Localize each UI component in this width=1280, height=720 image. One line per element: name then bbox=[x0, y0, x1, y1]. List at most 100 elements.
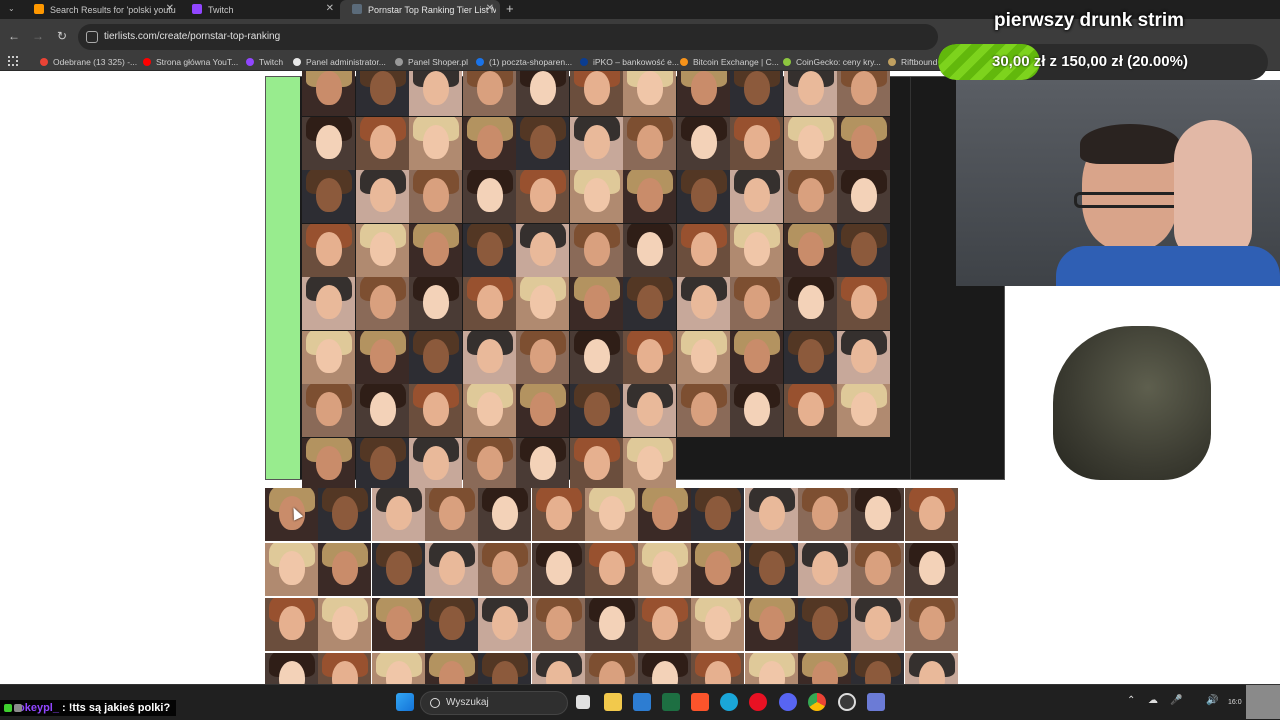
site-info-icon[interactable] bbox=[86, 31, 98, 43]
portrait-tile[interactable] bbox=[302, 223, 355, 277]
portrait-tile[interactable] bbox=[783, 277, 837, 330]
close-icon[interactable]: ✕ bbox=[166, 3, 174, 14]
portrait-tile[interactable] bbox=[478, 598, 532, 651]
portrait-tile[interactable] bbox=[584, 653, 638, 684]
portrait-tile[interactable] bbox=[355, 116, 409, 170]
tab-search-results[interactable]: Search Results for 'polski youtu ✕ bbox=[22, 0, 180, 19]
portrait-tile[interactable] bbox=[676, 384, 730, 437]
portrait-tile[interactable] bbox=[691, 488, 745, 541]
store-icon[interactable] bbox=[633, 693, 651, 711]
portrait-tile[interactable] bbox=[409, 277, 462, 330]
portrait-tile[interactable] bbox=[516, 384, 569, 437]
portrait-tile[interactable] bbox=[516, 116, 569, 170]
portrait-tile[interactable] bbox=[355, 277, 409, 330]
portrait-tile[interactable] bbox=[302, 116, 355, 170]
portrait-tile[interactable] bbox=[569, 116, 623, 170]
close-icon[interactable]: ✕ bbox=[486, 3, 494, 14]
portrait-tile[interactable] bbox=[302, 384, 355, 437]
portrait-tile[interactable] bbox=[409, 437, 462, 491]
portrait-tile[interactable] bbox=[904, 488, 958, 541]
portrait-tile[interactable] bbox=[783, 330, 837, 384]
portrait-tile[interactable] bbox=[851, 653, 905, 684]
cloud-icon[interactable]: ☁ bbox=[1148, 695, 1158, 706]
tab-tier-list[interactable]: Pornstar Top Ranking Tier List M ✕ bbox=[340, 0, 500, 19]
portrait-tile[interactable] bbox=[302, 71, 355, 116]
portrait-tile[interactable] bbox=[516, 437, 569, 491]
portrait-tile[interactable] bbox=[531, 543, 585, 596]
portrait-tile[interactable] bbox=[837, 116, 890, 170]
portrait-tile[interactable] bbox=[462, 170, 516, 223]
portrait-tile[interactable] bbox=[462, 116, 516, 170]
portrait-tile[interactable] bbox=[355, 170, 409, 223]
portrait-tile[interactable] bbox=[424, 543, 478, 596]
tab-twitch[interactable]: Twitch ✕ bbox=[180, 0, 340, 19]
reload-icon[interactable]: ↻ bbox=[54, 28, 70, 44]
portrait-tile[interactable] bbox=[516, 330, 569, 384]
bookmark-item[interactable]: Bitcoin Exchange | C... bbox=[680, 56, 779, 68]
portrait-tile[interactable] bbox=[462, 384, 516, 437]
portrait-tile[interactable] bbox=[318, 488, 372, 541]
portrait-tile[interactable] bbox=[516, 71, 569, 116]
file-explorer-icon[interactable] bbox=[604, 693, 622, 711]
bookmark-item[interactable]: Panel administrator... bbox=[293, 56, 386, 68]
portrait-tile[interactable] bbox=[531, 653, 585, 684]
bookmark-item[interactable]: iPKO – bankowość e... bbox=[580, 56, 679, 68]
windows-start-icon[interactable] bbox=[396, 693, 414, 711]
portrait-tile[interactable] bbox=[371, 598, 425, 651]
portrait-tile[interactable] bbox=[302, 437, 355, 491]
portrait-tile[interactable] bbox=[730, 277, 783, 330]
portrait-tile[interactable] bbox=[569, 384, 623, 437]
portrait-tile[interactable] bbox=[623, 330, 676, 384]
portrait-tile[interactable] bbox=[355, 437, 409, 491]
portrait-tile[interactable] bbox=[318, 543, 372, 596]
portrait-tile[interactable] bbox=[730, 223, 783, 277]
portrait-tile[interactable] bbox=[730, 116, 783, 170]
portrait-tile[interactable] bbox=[409, 71, 462, 116]
bookmark-item[interactable]: Twitch bbox=[246, 56, 283, 68]
portrait-tile[interactable] bbox=[531, 598, 585, 651]
portrait-tile[interactable] bbox=[424, 598, 478, 651]
portrait-tile[interactable] bbox=[584, 598, 638, 651]
portrait-tile[interactable] bbox=[623, 437, 676, 491]
portrait-tile[interactable] bbox=[837, 71, 890, 116]
close-icon[interactable]: ✕ bbox=[326, 3, 334, 14]
task-view-icon[interactable] bbox=[576, 695, 590, 709]
portrait-tile[interactable] bbox=[744, 488, 798, 541]
discord-icon[interactable] bbox=[779, 693, 797, 711]
portrait-tile[interactable] bbox=[837, 223, 890, 277]
bookmark-item[interactable]: Strona główna YouT... bbox=[143, 56, 238, 68]
portrait-tile[interactable] bbox=[265, 598, 318, 651]
portrait-tile[interactable] bbox=[783, 170, 837, 223]
portrait-tile[interactable] bbox=[371, 488, 425, 541]
portrait-tile[interactable] bbox=[676, 330, 730, 384]
portrait-tile[interactable] bbox=[371, 543, 425, 596]
portrait-tile[interactable] bbox=[569, 437, 623, 491]
portrait-tile[interactable] bbox=[798, 598, 851, 651]
portrait-tile[interactable] bbox=[904, 543, 958, 596]
portrait-tile[interactable] bbox=[265, 543, 318, 596]
forward-arrow-icon[interactable]: → bbox=[30, 28, 46, 44]
portrait-tile[interactable] bbox=[691, 543, 745, 596]
portrait-tile[interactable] bbox=[676, 116, 730, 170]
portrait-tile[interactable] bbox=[730, 71, 783, 116]
portrait-tile[interactable] bbox=[837, 170, 890, 223]
portrait-tile[interactable] bbox=[638, 488, 692, 541]
volume-icon[interactable]: 🔊 bbox=[1206, 695, 1218, 706]
portrait-tile[interactable] bbox=[623, 223, 676, 277]
edge-icon[interactable] bbox=[720, 693, 738, 711]
back-arrow-icon[interactable]: ← bbox=[6, 28, 22, 44]
taskbar-search[interactable]: Wyszukaj bbox=[420, 691, 568, 715]
clock[interactable]: 16:0 bbox=[1228, 699, 1242, 706]
portrait-tile[interactable] bbox=[462, 330, 516, 384]
portrait-tile[interactable] bbox=[837, 384, 890, 437]
portrait-tile[interactable] bbox=[569, 277, 623, 330]
tab-search-icon[interactable]: ⌄ bbox=[8, 4, 18, 14]
portrait-tile[interactable] bbox=[355, 384, 409, 437]
obs-icon[interactable] bbox=[838, 693, 856, 711]
portrait-tile[interactable] bbox=[783, 384, 837, 437]
portrait-tile[interactable] bbox=[302, 170, 355, 223]
portrait-tile[interactable] bbox=[676, 170, 730, 223]
portrait-tile[interactable] bbox=[409, 330, 462, 384]
portrait-tile[interactable] bbox=[584, 488, 638, 541]
portrait-tile[interactable] bbox=[691, 598, 745, 651]
